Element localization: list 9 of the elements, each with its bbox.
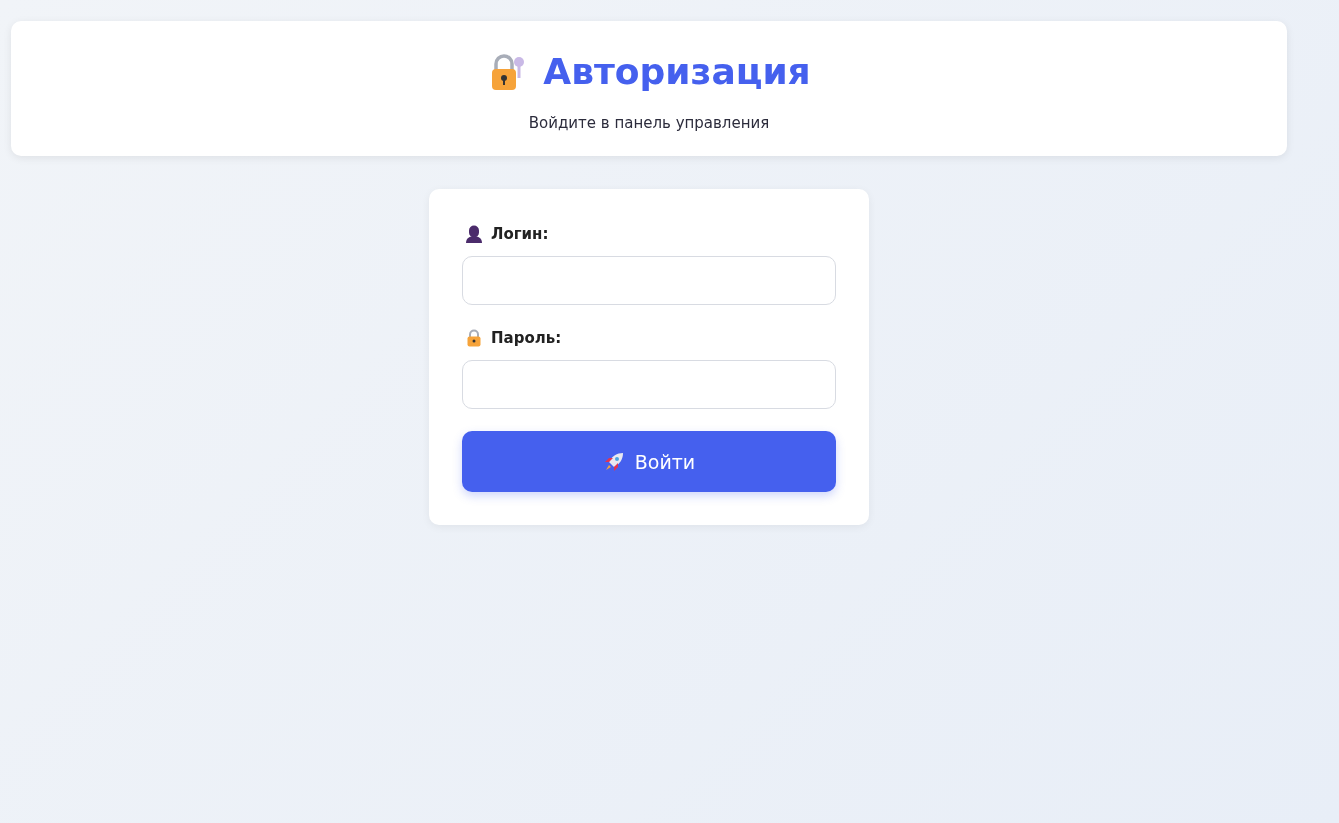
page-title: Авторизация bbox=[543, 51, 811, 92]
input-field[interactable] bbox=[462, 360, 836, 409]
field-label: Пароль: bbox=[491, 329, 562, 347]
page-subtitle: Войдите в панель управления bbox=[528, 114, 770, 132]
lock-icon bbox=[465, 329, 483, 347]
login-button[interactable]: Войти bbox=[462, 431, 836, 492]
input-field[interactable] bbox=[462, 256, 836, 305]
person-icon bbox=[465, 225, 483, 243]
field-label: Логин: bbox=[491, 225, 549, 243]
